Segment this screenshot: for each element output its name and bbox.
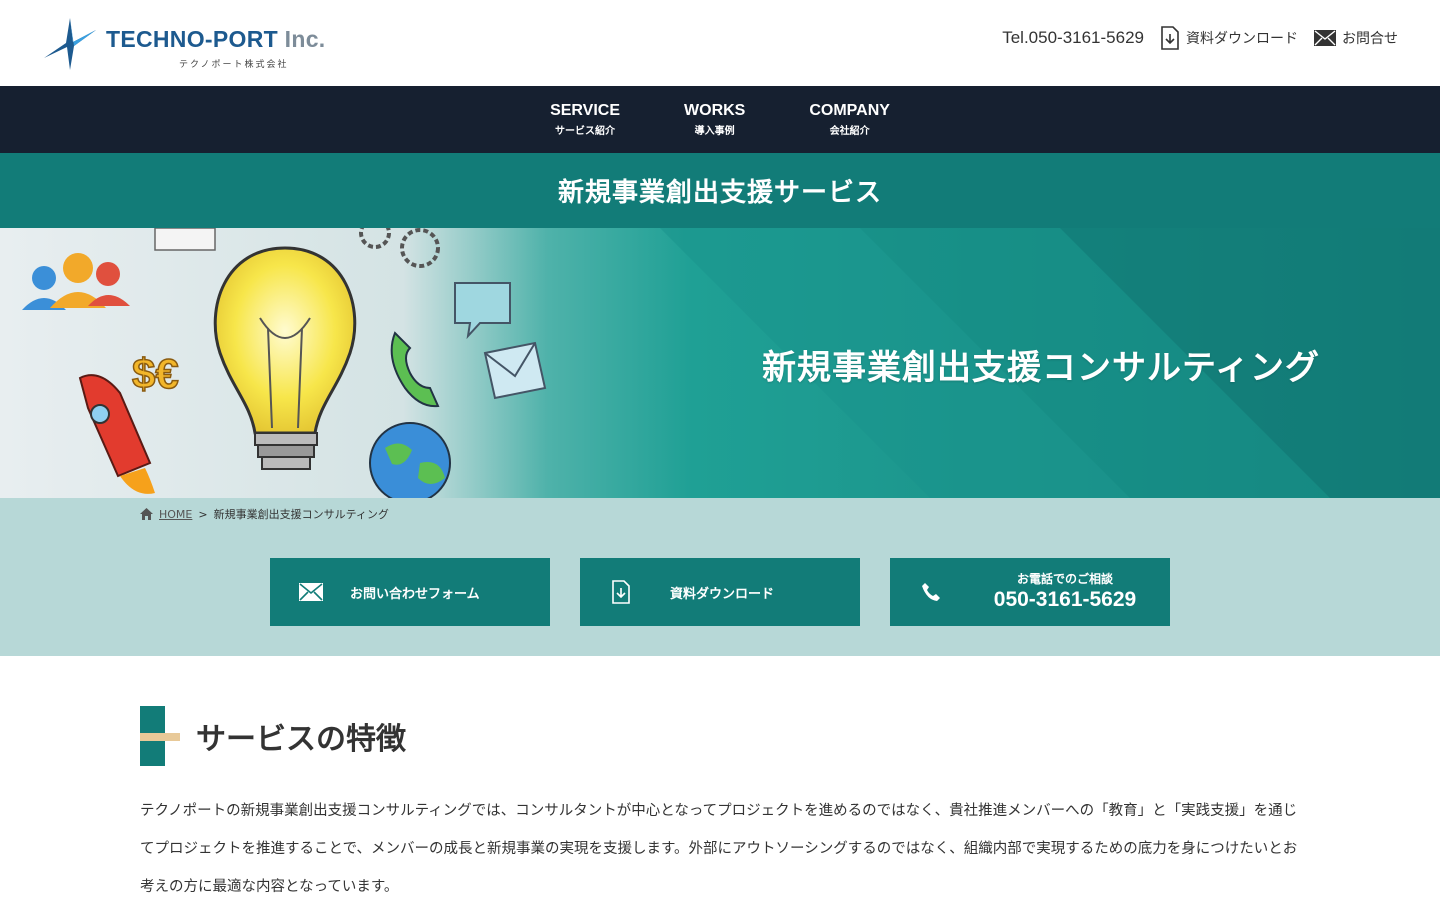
- header-contact-link[interactable]: お問合せ: [1314, 28, 1398, 48]
- person-red-icon: [96, 262, 120, 286]
- phone-number: 050-3161-5629: [993, 588, 1137, 611]
- main-content: サービスの特徴 テクノポートの新規事業創出支援コンサルティングでは、コンサルタン…: [0, 656, 1440, 900]
- header-download-link[interactable]: 資料ダウンロード: [1160, 26, 1298, 50]
- header-links: Tel.050-3161-5629 資料ダウンロード お問合せ: [1002, 26, 1398, 50]
- logo-subtitle: テクノポート株式会社: [179, 60, 289, 70]
- page-title: 新規事業創出支援サービス: [557, 178, 882, 208]
- action-band: HOME > 新規事業創出支援コンサルティング お問い合わせフォーム 資料ダウン…: [0, 498, 1440, 656]
- header-download-label: 資料ダウンロード: [1186, 31, 1298, 47]
- person-yellow-icon: [63, 253, 93, 283]
- download-button[interactable]: 資料ダウンロード: [580, 558, 860, 626]
- section-heading: サービスの特徴: [140, 706, 1300, 766]
- envelope-icon: [483, 341, 547, 400]
- hero-title: 新規事業創出支援コンサルティング: [762, 348, 1320, 388]
- header-contact-label: お問合せ: [1342, 31, 1398, 47]
- section-paragraph: テクノポートの新規事業創出支援コンサルティングでは、コンサルタントが中心となって…: [140, 803, 1298, 895]
- download-label: 資料ダウンロード: [670, 586, 775, 602]
- header-tel[interactable]: Tel.050-3161-5629: [1002, 28, 1144, 48]
- contact-form-button[interactable]: お問い合わせフォーム: [270, 558, 550, 626]
- nav-item-works[interactable]: WORKS 導入事例: [684, 102, 745, 137]
- download-doc-icon: [612, 580, 630, 604]
- breadcrumb: HOME > 新規事業創出支援コンサルティング: [140, 506, 389, 522]
- download-doc-icon: [1161, 26, 1179, 50]
- svg-text:$€: $€: [132, 350, 179, 397]
- mail-icon: [299, 583, 323, 601]
- hero-banner: $€ 新規事業創出支援コンサルティング: [0, 228, 1440, 498]
- globe-icon: [369, 422, 451, 498]
- home-icon: [140, 508, 153, 520]
- heading-mark-icon: [140, 706, 180, 766]
- site-header: TECHNO-PORT Inc. テクノポート株式会社 Tel.050-3161…: [0, 0, 1440, 86]
- section-title: サービスの特徴: [196, 722, 406, 757]
- mail-icon: [1314, 30, 1336, 46]
- person-blue-icon: [32, 266, 56, 290]
- breadcrumb-home-link[interactable]: HOME: [159, 508, 192, 521]
- nav-item-company[interactable]: COMPANY 会社紹介: [809, 102, 890, 137]
- phone-consult-label: お電話でのご相談: [1016, 572, 1113, 586]
- action-buttons: お問い合わせフォーム 資料ダウンロード お電話でのご相談 050-3161-56…: [270, 558, 1170, 626]
- nav-item-service[interactable]: SERVICE サービス紹介: [550, 102, 620, 137]
- page-title-bar: 新規事業創出支援サービス: [0, 153, 1440, 228]
- logo-star-icon: [44, 18, 96, 70]
- logo-name: TECHNO-PORT Inc.: [106, 26, 326, 52]
- phone-icon: [922, 583, 940, 601]
- breadcrumb-current: 新規事業創出支援コンサルティング: [213, 508, 389, 521]
- contact-form-label: お問い合わせフォーム: [350, 586, 480, 602]
- breadcrumb-separator: >: [198, 507, 208, 521]
- main-nav: SERVICE サービス紹介 WORKS 導入事例 COMPANY 会社紹介: [0, 86, 1440, 153]
- company-logo[interactable]: TECHNO-PORT Inc. テクノポート株式会社: [42, 16, 325, 72]
- phone-consult-button[interactable]: お電話でのご相談 050-3161-5629: [890, 558, 1170, 626]
